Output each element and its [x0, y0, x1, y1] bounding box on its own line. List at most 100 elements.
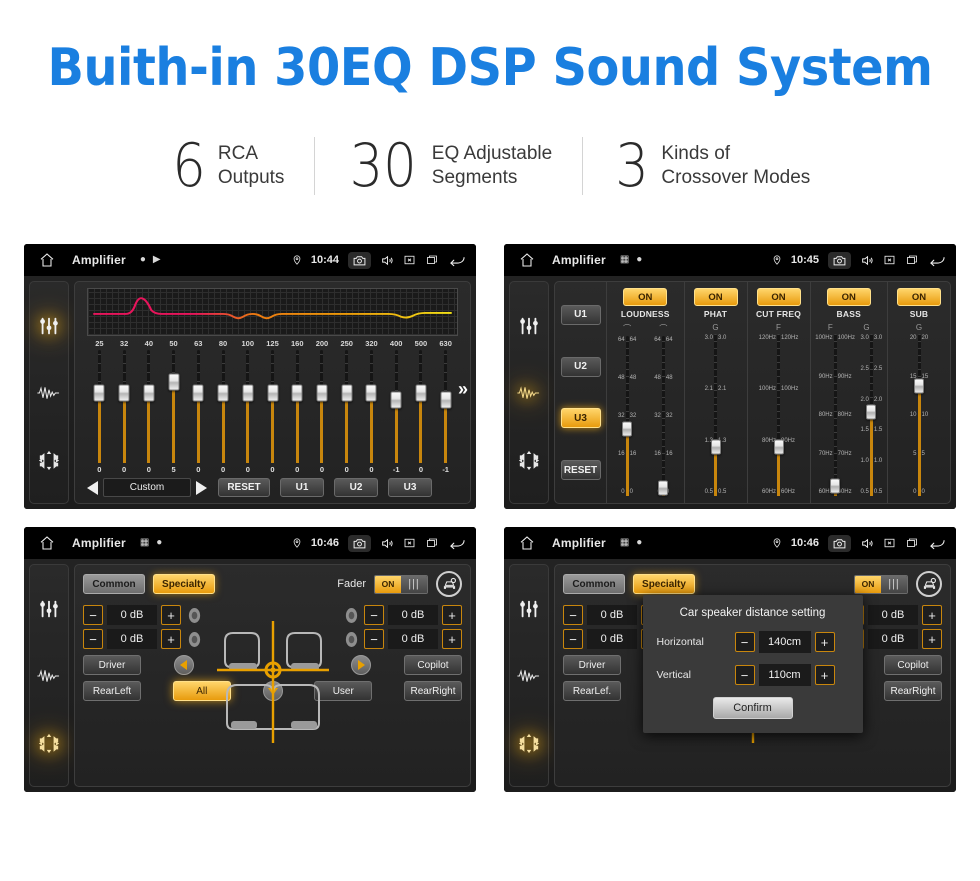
sidebar-item-balance[interactable] — [36, 730, 62, 756]
sidebar-item-waveform[interactable] — [516, 380, 542, 406]
slider-thumb[interactable] — [143, 384, 155, 402]
eq-band-slider[interactable]: 5 — [161, 348, 186, 474]
slider-track[interactable] — [291, 350, 303, 463]
position-copilot-button[interactable]: Copilot — [404, 655, 462, 675]
home-icon[interactable] — [34, 535, 60, 551]
position-driver-button[interactable]: Driver — [83, 655, 141, 675]
decrease-button[interactable]: − — [563, 605, 583, 625]
slider-thumb[interactable] — [365, 384, 377, 402]
dsp-u3-button[interactable]: U3 — [560, 408, 601, 429]
slider-track[interactable] — [365, 350, 377, 463]
recents-icon[interactable] — [425, 537, 439, 549]
preset-name[interactable]: Custom — [103, 478, 191, 497]
camera-icon[interactable] — [348, 251, 371, 269]
pan-left-button[interactable] — [174, 655, 195, 675]
slider-track[interactable] — [440, 350, 452, 463]
slider-track[interactable] — [267, 350, 278, 463]
slider-track[interactable] — [192, 350, 204, 463]
slider-thumb[interactable] — [192, 384, 204, 402]
slider-track[interactable] — [143, 350, 155, 463]
eq-band-slider[interactable]: 0 — [260, 348, 285, 474]
close-box-icon[interactable] — [403, 537, 416, 549]
close-box-icon[interactable] — [883, 254, 896, 266]
camera-icon[interactable] — [828, 251, 851, 269]
eq-band-slider[interactable]: 0 — [186, 348, 211, 474]
recents-icon[interactable] — [905, 254, 919, 266]
position-rearright-button[interactable]: RearRight — [404, 681, 462, 701]
slider-thumb[interactable] — [316, 384, 328, 402]
slider-track[interactable] — [415, 350, 427, 463]
tab-common[interactable]: Common — [563, 574, 625, 594]
sidebar-item-equalizer[interactable] — [516, 596, 542, 622]
eq-band-slider[interactable]: 0 — [409, 348, 434, 474]
increase-button[interactable]: + — [814, 632, 835, 652]
slider-track[interactable] — [830, 334, 841, 496]
slider-thumb[interactable] — [914, 378, 924, 394]
slider-thumb[interactable] — [773, 439, 784, 455]
home-icon[interactable] — [34, 252, 60, 268]
slider-track[interactable] — [866, 334, 877, 496]
slider-track[interactable] — [710, 334, 721, 496]
eq-band-slider[interactable]: -1 — [433, 348, 458, 474]
fader-toggle[interactable]: ON ||| — [854, 574, 908, 594]
slider-thumb[interactable] — [118, 384, 130, 402]
dsp-on-button[interactable]: ON — [756, 288, 801, 306]
decrease-button[interactable]: − — [364, 605, 384, 625]
slider-thumb[interactable] — [440, 391, 452, 409]
slider-track[interactable] — [390, 350, 402, 463]
slider-thumb[interactable] — [866, 404, 877, 420]
preset-u3-button[interactable]: U3 — [388, 478, 432, 497]
dsp-u2-button[interactable]: U2 — [560, 356, 601, 377]
dsp-slider[interactable]: 100Hz 90Hz 80Hz 70Hz 60Hz 100Hz 90Hz 80Hz 70Hz 60… — [815, 334, 855, 496]
sidebar-item-balance[interactable] — [36, 447, 62, 473]
close-box-icon[interactable] — [883, 537, 896, 549]
decrease-button[interactable]: − — [734, 665, 755, 685]
eq-band-slider[interactable]: 0 — [87, 348, 112, 474]
position-rearleft-button[interactable]: RearLef. — [563, 681, 621, 701]
camera-icon[interactable] — [348, 534, 371, 552]
position-copilot-button[interactable]: Copilot — [884, 655, 942, 675]
preset-next-button[interactable] — [196, 480, 207, 495]
volume-icon[interactable] — [860, 537, 874, 550]
increase-button[interactable]: + — [442, 605, 462, 625]
position-driver-button[interactable]: Driver — [563, 655, 621, 675]
slider-track[interactable] — [622, 336, 633, 496]
slider-track[interactable] — [93, 350, 105, 463]
slider-track[interactable] — [242, 350, 254, 463]
slider-thumb[interactable] — [390, 391, 402, 409]
slider-track[interactable] — [118, 350, 130, 463]
camera-icon[interactable] — [828, 534, 851, 552]
slider-thumb[interactable] — [291, 384, 303, 402]
tab-specialty[interactable]: Specialty — [633, 574, 695, 594]
home-icon[interactable] — [514, 535, 540, 551]
preset-prev-button[interactable] — [87, 480, 98, 495]
dsp-on-button[interactable]: ON — [897, 288, 941, 306]
car-settings-icon[interactable] — [436, 571, 462, 597]
sidebar-item-balance[interactable] — [516, 447, 542, 473]
eq-band-slider[interactable]: 0 — [211, 348, 236, 474]
increase-button[interactable]: + — [161, 629, 181, 649]
dsp-slider[interactable]: 20 15 10 5 0 20 15 10 5 0 — [910, 334, 928, 496]
car-seat-diagram[interactable] — [213, 603, 333, 753]
dsp-slider[interactable]: 3.0 2.1 1.3 0.5 3.0 2.1 1.3 0.5 — [705, 334, 726, 496]
tab-specialty[interactable]: Specialty — [153, 574, 215, 594]
sidebar-item-waveform[interactable] — [36, 380, 62, 406]
slider-track[interactable] — [168, 350, 180, 463]
eq-band-slider[interactable]: 0 — [235, 348, 260, 474]
dsp-slider[interactable]: 120Hz 100Hz 80Hz 60Hz 120Hz 100Hz 80Hz 60Hz — [759, 334, 798, 496]
eq-band-slider[interactable]: -1 — [384, 348, 409, 474]
reset-button[interactable]: RESET — [218, 478, 270, 497]
sidebar-item-equalizer[interactable] — [36, 596, 62, 622]
back-arrow-icon[interactable] — [928, 537, 946, 550]
slider-thumb[interactable] — [622, 421, 633, 437]
eq-band-slider[interactable]: 0 — [334, 348, 359, 474]
sidebar-item-equalizer[interactable] — [36, 313, 62, 339]
back-arrow-icon[interactable] — [448, 254, 466, 267]
sidebar-item-waveform[interactable] — [516, 663, 542, 689]
slider-thumb[interactable] — [168, 373, 180, 391]
slider-thumb[interactable] — [710, 439, 721, 455]
eq-band-slider[interactable]: 0 — [359, 348, 384, 474]
increase-button[interactable]: + — [161, 605, 181, 625]
car-settings-icon[interactable] — [916, 571, 942, 597]
slider-track[interactable] — [341, 350, 353, 463]
